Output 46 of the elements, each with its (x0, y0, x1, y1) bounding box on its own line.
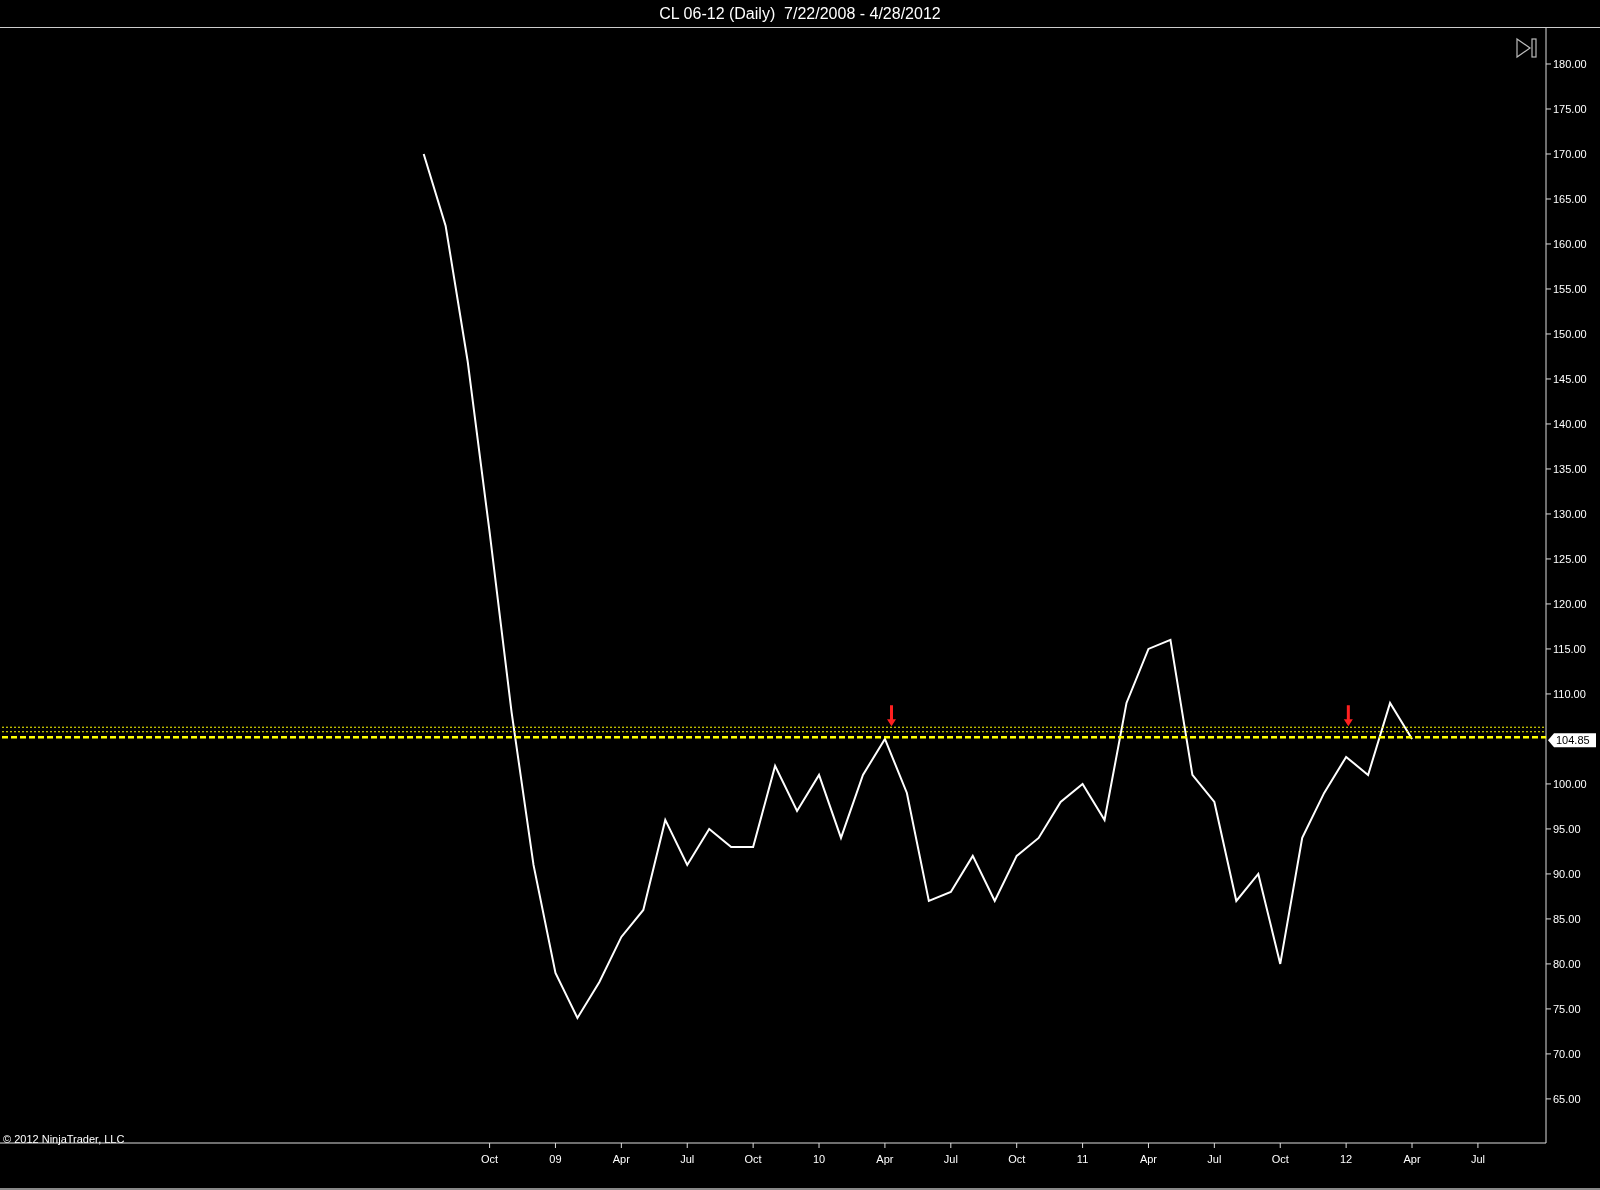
x-axis-label: 12 (1340, 1153, 1353, 1165)
y-axis-label: 170.00 (1553, 148, 1587, 160)
y-axis-label: 145.00 (1553, 372, 1587, 385)
y-axis-label: 70.00 (1553, 1047, 1581, 1060)
x-axis-label: 10 (812, 1153, 826, 1165)
y-axis-label: 120.00 (1553, 597, 1587, 610)
y-axis-label: 160.00 (1553, 238, 1587, 250)
x-axis-label: Jul (943, 1153, 958, 1165)
x-axis-label: Apr (876, 1153, 894, 1165)
y-axis-label: 80.00 (1553, 957, 1581, 970)
y-axis-label: 65.00 (1553, 1092, 1581, 1105)
y-axis-label: 155.00 (1553, 283, 1587, 295)
x-axis-label: Oct (1271, 1153, 1289, 1165)
y-axis-label: 110.00 (1553, 687, 1586, 700)
y-axis-label: 115.00 (1553, 642, 1586, 655)
x-axis-label: Oct (1008, 1153, 1026, 1165)
y-axis-label: 95.00 (1553, 822, 1581, 835)
x-axis-label: Apr (1403, 1153, 1421, 1165)
play-to-end-icon (1515, 36, 1539, 60)
price-label: 104.85 (1548, 733, 1596, 748)
x-axis-label: 11 (1076, 1153, 1089, 1165)
y-axis-label: 135.00 (1553, 462, 1587, 475)
y-axis-label: 100.00 (1553, 777, 1587, 790)
x-axis-label: Oct (744, 1153, 762, 1165)
x-axis-label: Jul (1470, 1153, 1485, 1165)
x-axis-label: 09 (549, 1153, 562, 1165)
x-axis-label: Apr (612, 1153, 630, 1165)
y-axis-label: 175.00 (1553, 103, 1587, 115)
y-axis-label: 180.00 (1553, 58, 1587, 70)
x-axis-label: Apr (1139, 1153, 1158, 1165)
y-axis-label: 165.00 (1553, 193, 1587, 205)
y-axis-label: 150.00 (1553, 327, 1587, 340)
copyright-text: © 2012 NinjaTrader, LLC (3, 1133, 125, 1145)
down-arrow-icon (1343, 705, 1353, 727)
x-axis-label: Jul (1207, 1153, 1222, 1165)
y-axis-label: 125.00 (1553, 552, 1587, 565)
chart-title: CL 06-12 (Daily) 7/22/2008 - 4/28/2012 (659, 4, 941, 23)
y-axis-label: 140.00 (1553, 417, 1587, 430)
x-axis-label: Jul (680, 1153, 695, 1165)
scroll-to-end-button[interactable] (1515, 36, 1539, 60)
y-axis-label: 75.00 (1553, 1002, 1581, 1015)
y-axis-label: 90.00 (1553, 867, 1581, 880)
down-arrow-icon (887, 705, 896, 727)
y-axis-label: 85.00 (1553, 912, 1581, 925)
x-axis-label: Oct (481, 1153, 499, 1165)
y-axis-label: 130.00 (1553, 507, 1587, 520)
